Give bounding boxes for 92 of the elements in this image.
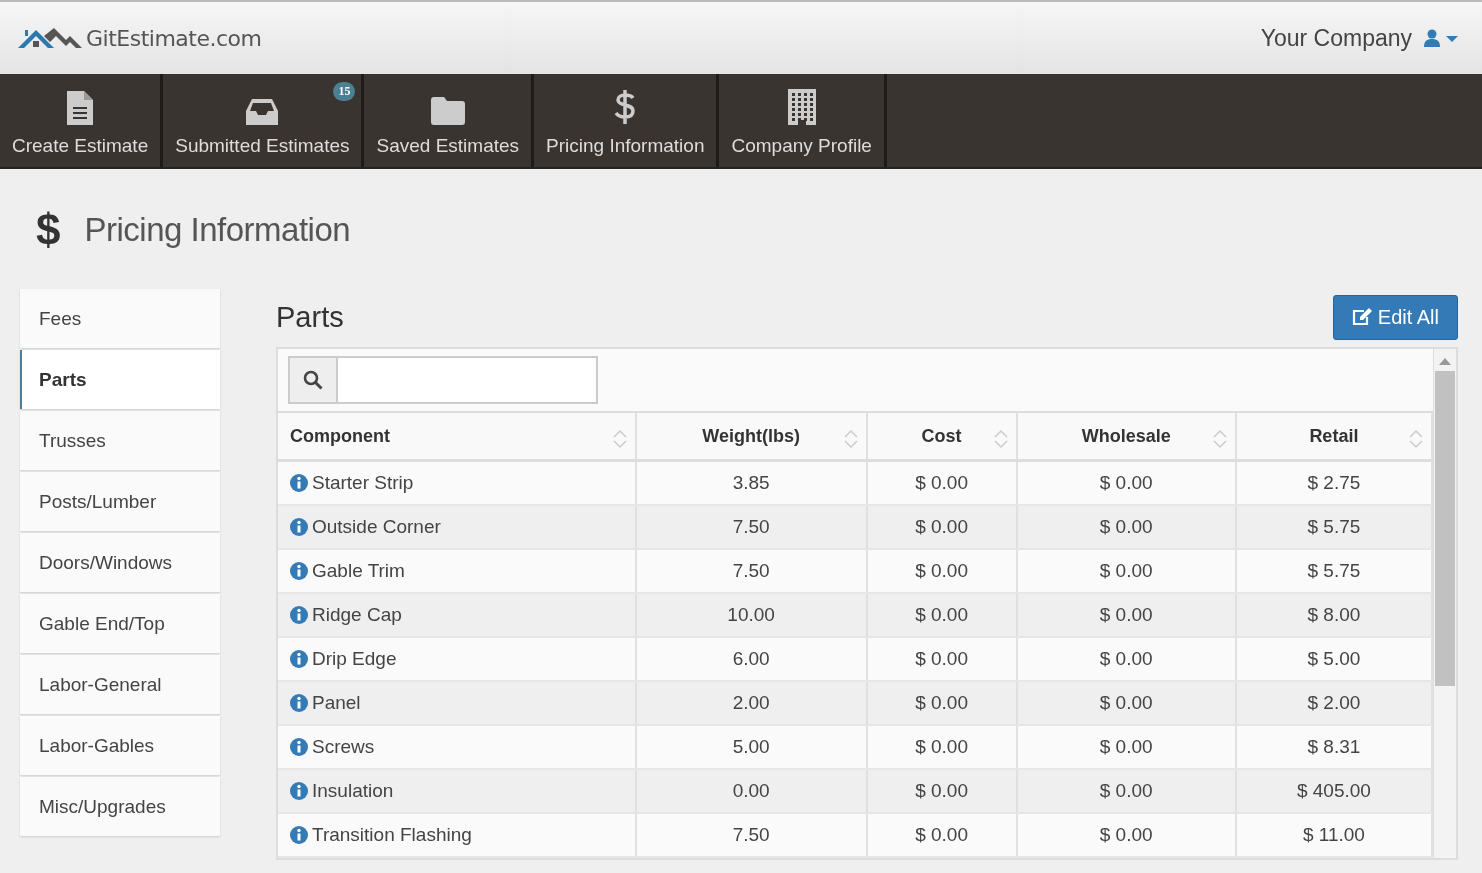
table-cell: $ 5.75 bbox=[1307, 560, 1361, 581]
search-icon[interactable] bbox=[303, 370, 323, 390]
table-cell: $ 0.00 bbox=[915, 560, 968, 581]
table-cell: Outside Corner bbox=[312, 516, 441, 538]
table-cell: 7.50 bbox=[732, 824, 770, 845]
info-icon[interactable] bbox=[290, 738, 308, 756]
table-cell: 10.00 bbox=[727, 604, 775, 625]
sidebar-item[interactable]: Doors/Windows bbox=[20, 533, 220, 592]
info-icon[interactable] bbox=[290, 562, 308, 580]
user-menu-icon[interactable] bbox=[1424, 29, 1458, 47]
inbox-icon bbox=[246, 99, 279, 125]
table-cell: $ 11.00 bbox=[1302, 824, 1365, 845]
table-cell: $ 405.00 bbox=[1296, 780, 1371, 801]
sidebar-item[interactable]: Fees bbox=[20, 289, 220, 348]
company-name: Your Company bbox=[1260, 24, 1412, 52]
table-cell: $ 0.00 bbox=[915, 780, 968, 801]
column-header[interactable]: Component bbox=[290, 425, 390, 446]
info-icon[interactable] bbox=[290, 650, 308, 668]
info-icon[interactable] bbox=[290, 518, 308, 536]
edit-icon bbox=[1351, 308, 1372, 326]
info-icon[interactable] bbox=[290, 826, 308, 844]
edit-all-button[interactable]: Edit All bbox=[1332, 294, 1458, 340]
column-header[interactable]: Wholesale bbox=[1081, 425, 1171, 446]
column-header[interactable]: Retail bbox=[1309, 425, 1359, 446]
info-icon[interactable] bbox=[290, 606, 308, 624]
table-cell: $ 5.75 bbox=[1307, 516, 1361, 537]
sidebar-item[interactable]: Trusses bbox=[20, 411, 220, 470]
section-title: Parts bbox=[276, 300, 344, 334]
nav-tab[interactable]: Submitted Estimates 15 bbox=[163, 74, 365, 167]
search-field[interactable] bbox=[288, 356, 598, 404]
dollar-icon bbox=[614, 89, 637, 125]
table-cell: $ 2.75 bbox=[1307, 472, 1361, 493]
table-cell: Starter Strip bbox=[312, 472, 414, 494]
dollar-sign: $ bbox=[36, 205, 61, 255]
info-icon[interactable] bbox=[290, 474, 308, 492]
nav-tab[interactable]: Create Estimate bbox=[0, 74, 164, 167]
table-cell: $ 0.00 bbox=[1099, 472, 1153, 493]
table-cell: 2.00 bbox=[732, 692, 770, 713]
table-cell: $ 0.00 bbox=[1099, 648, 1153, 669]
table-cell: $ 0.00 bbox=[1099, 604, 1153, 625]
table-cell: $ 0.00 bbox=[915, 604, 968, 625]
logo-text[interactable]: GitEstimate.com bbox=[86, 25, 262, 51]
table-cell: $ 8.31 bbox=[1307, 736, 1361, 757]
table-cell: 6.00 bbox=[732, 648, 770, 669]
table-cell: Panel bbox=[312, 692, 361, 714]
table-cell: $ 0.00 bbox=[1099, 516, 1153, 537]
table-cell: $ 0.00 bbox=[1099, 780, 1153, 801]
house-roof-icon bbox=[18, 26, 84, 50]
table-cell: $ 5.00 bbox=[1307, 648, 1361, 669]
nav-tab[interactable]: Company Profile bbox=[719, 74, 887, 167]
nav-tab[interactable]: Saved Estimates bbox=[364, 74, 535, 167]
table-cell: 0.00 bbox=[732, 780, 770, 801]
table-cell: $ 0.00 bbox=[1099, 560, 1153, 581]
page-title: Pricing Information bbox=[84, 211, 351, 249]
table-cell: 7.50 bbox=[732, 516, 770, 537]
sidebar-item[interactable]: Labor-General bbox=[20, 655, 220, 714]
building-icon bbox=[787, 89, 816, 125]
scrollbar-thumb[interactable] bbox=[1435, 371, 1455, 686]
table-cell: $ 2.00 bbox=[1307, 692, 1361, 713]
table-cell: Transition Flashing bbox=[312, 824, 472, 846]
table-cell: $ 0.00 bbox=[1099, 824, 1153, 845]
sidebar-item[interactable]: Misc/Upgrades bbox=[20, 777, 220, 836]
nav-tab[interactable]: Pricing Information bbox=[534, 74, 720, 167]
folder-icon bbox=[430, 97, 465, 125]
table-cell: Drip Edge bbox=[312, 648, 397, 670]
table-cell: 5.00 bbox=[732, 736, 770, 757]
table-cell: $ 0.00 bbox=[915, 736, 968, 757]
document-icon bbox=[67, 91, 94, 125]
table-cell: $ 8.00 bbox=[1307, 604, 1361, 625]
scroll-up-icon[interactable] bbox=[1439, 357, 1451, 365]
table-cell: Gable Trim bbox=[312, 560, 405, 582]
sidebar-item[interactable]: Parts bbox=[20, 350, 220, 409]
column-header[interactable]: Cost bbox=[921, 425, 962, 446]
info-icon[interactable] bbox=[290, 694, 308, 712]
table-cell: 3.85 bbox=[732, 472, 770, 493]
table-cell: $ 0.00 bbox=[915, 516, 968, 537]
table-cell: $ 0.00 bbox=[915, 692, 968, 713]
count-badge: 15 bbox=[333, 82, 356, 101]
table-cell: Screws bbox=[312, 736, 375, 758]
column-header[interactable]: Weight(lbs) bbox=[702, 425, 800, 446]
table-cell: $ 0.00 bbox=[1099, 692, 1153, 713]
table-cell: $ 0.00 bbox=[915, 648, 968, 669]
table-cell: Ridge Cap bbox=[312, 604, 402, 626]
table-cell: $ 0.00 bbox=[1099, 736, 1153, 757]
sidebar-item[interactable]: Labor-Gables bbox=[20, 716, 220, 775]
table-cell: Insulation bbox=[312, 780, 394, 802]
table-cell: 7.50 bbox=[732, 560, 770, 581]
info-icon[interactable] bbox=[290, 782, 308, 800]
table-cell: $ 0.00 bbox=[915, 824, 968, 845]
sidebar-item[interactable]: Posts/Lumber bbox=[20, 472, 220, 531]
table-cell: $ 0.00 bbox=[915, 472, 968, 493]
sidebar-item[interactable]: Gable End/Top bbox=[20, 594, 220, 653]
